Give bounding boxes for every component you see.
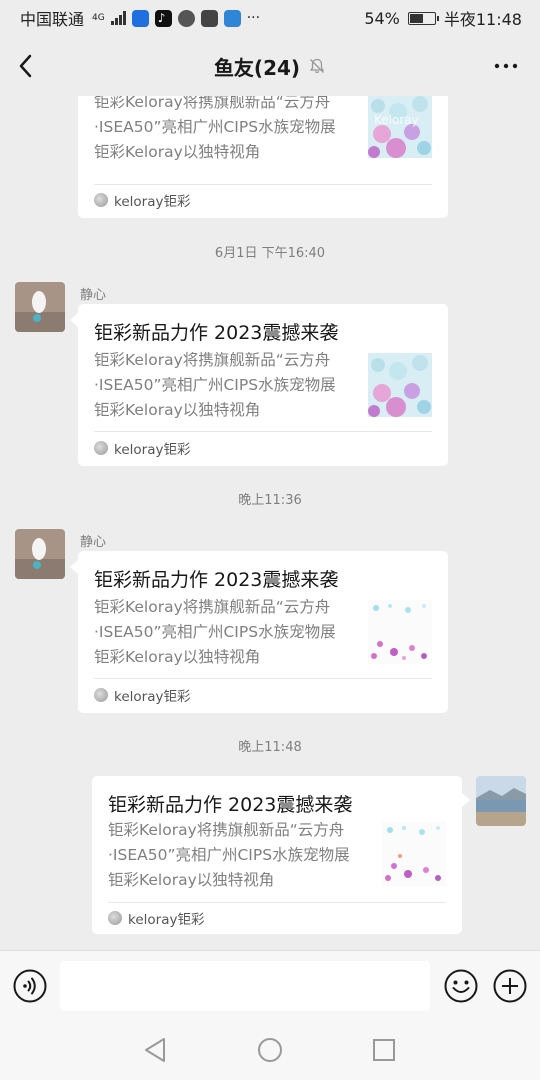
plus-icon[interactable] xyxy=(493,969,527,1003)
card-divider xyxy=(94,678,432,679)
source-avatar-icon xyxy=(94,688,108,702)
weather-app-icon xyxy=(223,9,241,27)
card-divider xyxy=(94,184,432,185)
article-thumbnail xyxy=(368,600,432,664)
source-avatar-icon xyxy=(94,193,108,207)
message-timestamp: 6月1日 下午16:40 xyxy=(214,246,326,261)
card-title: 钜彩新品力作 2023震撼来袭 xyxy=(94,569,339,591)
chat-title: 鱼友(24) xyxy=(213,55,301,80)
sender-name: 静心 xyxy=(80,535,107,550)
source-name: keloray钜彩 xyxy=(114,442,191,458)
more-icon[interactable] xyxy=(492,54,520,78)
bubble-tail xyxy=(462,793,470,807)
svg-text:Keloray: Keloray xyxy=(374,113,419,127)
message-timestamp: 晚上11:48 xyxy=(238,740,302,755)
signal-icon xyxy=(110,11,126,25)
shared-article-card[interactable]: 钜彩新品力作 2023震撼来袭 钜彩Keloray将携旗舰新品“云方舟 ·ISE… xyxy=(78,304,448,466)
system-nav-bar xyxy=(0,1022,540,1080)
card-description-line: 钜彩Keloray以独特视角 xyxy=(94,143,261,161)
shared-article-card[interactable]: 钜彩新品力作 2023震撼来袭 钜彩Keloray将携旗舰新品“云方舟 ·ISE… xyxy=(92,776,462,934)
card-description: 钜彩Keloray将携旗舰新品“云方舟 ·ISEA50”亮相广州CIPS水族宠物… xyxy=(108,818,370,893)
card-divider xyxy=(94,431,432,432)
clock: 半夜11:48 xyxy=(443,10,522,29)
status-bar: 中国联通 4G ♪ ··· 54% 半夜11:48 xyxy=(0,0,540,36)
card-description-line: ·ISEA50”亮相广州CIPS水族宠物展 xyxy=(94,376,336,394)
network-type: 4G xyxy=(92,12,105,23)
card-description-line: 钜彩Keloray以独特视角 xyxy=(94,401,261,419)
bubble-tail xyxy=(70,560,78,574)
card-description-line: ·ISEA50”亮相广州CIPS水族宠物展 xyxy=(94,623,336,641)
battery-icon xyxy=(407,11,439,25)
card-description-line: 钜彩Keloray将携旗舰新品“云方舟 xyxy=(94,598,331,616)
card-source: keloray钜彩 xyxy=(94,438,190,458)
card-description: 钜彩Keloray将携旗舰新品“云方舟 ·ISEA50”亮相广州CIPS水族宠物… xyxy=(94,595,356,670)
card-description-line: 钜彩Keloray将携旗舰新品“云方舟 xyxy=(94,96,331,111)
back-icon[interactable] xyxy=(14,52,38,80)
voice-input-icon[interactable] xyxy=(13,969,47,1003)
shared-article-card[interactable]: 钜彩新品力作 2023震撼来袭 钜彩Keloray将携旗舰新品“云方舟 ·ISE… xyxy=(78,551,448,713)
mute-bell-icon xyxy=(309,58,325,74)
tiktok-icon: ♪ xyxy=(154,9,172,27)
input-bar xyxy=(0,950,540,1022)
app-notification-icon xyxy=(131,9,149,27)
card-title: 钜彩新品力作 2023震撼来袭 xyxy=(108,794,353,816)
carrier-label: 中国联通 xyxy=(20,10,85,29)
emoji-icon[interactable] xyxy=(444,969,478,1003)
shared-article-card[interactable]: 钜彩Keloray将携旗舰新品“云方舟 ·ISEA50”亮相广州CIPS水族宠物… xyxy=(78,96,448,218)
message-timestamp: 晚上11:36 xyxy=(238,493,302,508)
article-thumbnail: Keloray xyxy=(368,96,432,158)
card-description-line: 钜彩Keloray将携旗舰新品“云方舟 xyxy=(108,821,345,839)
card-description: 钜彩Keloray将携旗舰新品“云方舟 ·ISEA50”亮相广州CIPS水族宠物… xyxy=(94,348,356,423)
article-thumbnail xyxy=(368,353,432,417)
more-notifications-icon: ··· xyxy=(246,10,261,26)
nav-recent-icon[interactable] xyxy=(372,1038,396,1062)
source-name: keloray钜彩 xyxy=(128,912,205,928)
nav-back-icon[interactable] xyxy=(142,1036,168,1064)
my-avatar[interactable] xyxy=(476,776,526,826)
card-description-line: 钜彩Keloray以独特视角 xyxy=(108,871,275,889)
card-source: keloray钜彩 xyxy=(108,908,204,928)
message-list[interactable]: 钜彩Keloray将携旗舰新品“云方舟 ·ISEA50”亮相广州CIPS水族宠物… xyxy=(0,96,540,950)
message-input[interactable] xyxy=(60,961,430,1011)
browser-icon xyxy=(177,9,195,27)
article-thumbnail xyxy=(382,822,446,886)
card-title: 钜彩新品力作 2023震撼来袭 xyxy=(94,322,339,344)
card-description-line: ·ISEA50”亮相广州CIPS水族宠物展 xyxy=(108,846,350,864)
chat-header: 鱼友(24) xyxy=(0,36,540,96)
card-description-line: ·ISEA50”亮相广州CIPS水族宠物展 xyxy=(94,118,336,136)
card-divider xyxy=(108,902,446,903)
sender-name: 静心 xyxy=(80,288,107,303)
card-description-line: 钜彩Keloray以独特视角 xyxy=(94,648,261,666)
message-app-icon xyxy=(200,9,218,27)
battery-percent: 54% xyxy=(364,8,400,28)
card-description: 钜彩Keloray将携旗舰新品“云方舟 ·ISEA50”亮相广州CIPS水族宠物… xyxy=(94,96,356,165)
bubble-tail xyxy=(70,313,78,327)
source-name: keloray钜彩 xyxy=(114,689,191,705)
card-source: keloray钜彩 xyxy=(94,685,190,705)
nav-home-icon[interactable] xyxy=(257,1037,283,1063)
avatar[interactable] xyxy=(15,529,65,579)
card-source: keloray钜彩 xyxy=(94,190,190,210)
source-avatar-icon xyxy=(108,911,122,925)
source-avatar-icon xyxy=(94,441,108,455)
avatar[interactable] xyxy=(15,282,65,332)
card-description-line: 钜彩Keloray将携旗舰新品“云方舟 xyxy=(94,351,331,369)
source-name: keloray钜彩 xyxy=(114,194,191,210)
